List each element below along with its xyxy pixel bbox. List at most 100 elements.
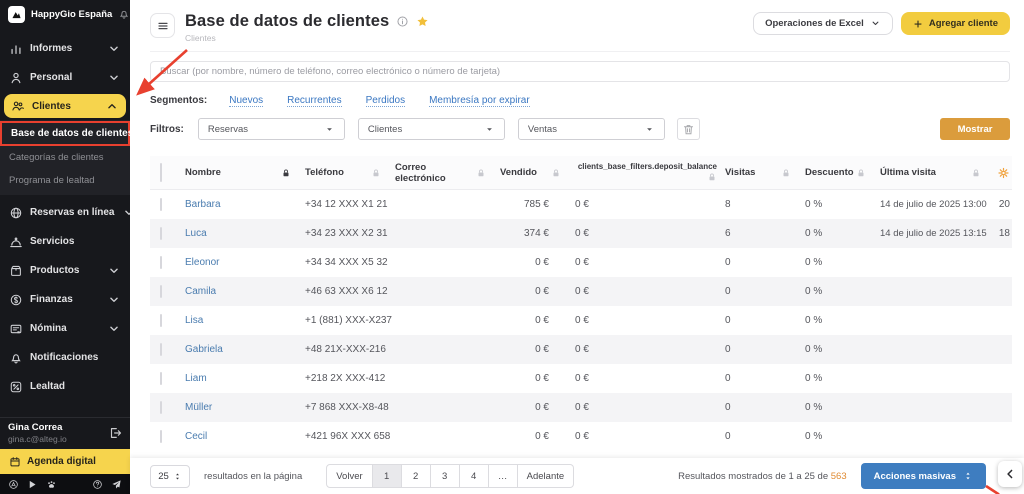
user-email: gina.c@alteg.io (8, 434, 108, 444)
agenda-digital-button[interactable]: Agenda digital (0, 449, 130, 474)
cell-name[interactable]: Eleonor (185, 257, 305, 268)
sidebar-item-label: Nómina (30, 323, 67, 334)
row-checkbox[interactable] (160, 256, 162, 269)
pager-page-4[interactable]: 4 (460, 464, 489, 488)
column-header-clients-base-filters-deposit-balance[interactable]: clients_base_filters.deposit_balance (575, 163, 725, 182)
sidebar-submenu: Base de datos de clientesCategorías de c… (0, 120, 130, 195)
column-label: Visitas (725, 167, 755, 178)
sidebar-item-lealtad[interactable]: Lealtad (0, 372, 130, 401)
sidebar-item-notificaciones[interactable]: Notificaciones (0, 343, 130, 372)
column-label: Teléfono (305, 167, 344, 178)
telegram-icon[interactable] (111, 479, 122, 490)
sidebar-item-productos[interactable]: Productos (0, 256, 130, 285)
page-size-select[interactable]: 25 (150, 465, 190, 488)
row-checkbox[interactable] (160, 198, 162, 211)
filter-select-ventas[interactable]: Ventas (518, 118, 665, 140)
sidebar-item-reservas-en-linea[interactable]: Reservas en línea (0, 198, 130, 227)
sidebar-subitem-categorias-de-clientes[interactable]: Categorías de clientes (0, 146, 130, 169)
filter-select-clientes[interactable]: Clientes (358, 118, 505, 140)
cell-name[interactable]: Camila (185, 286, 305, 297)
segment-link-nuevos[interactable]: Nuevos (229, 95, 263, 107)
table-row: Gabriela+48 21X-XXX-2160 €0 €00 % (150, 335, 1012, 364)
clear-filters-button[interactable] (677, 118, 700, 140)
pager-page-2[interactable]: 2 (402, 464, 431, 488)
select-all-checkbox[interactable] (160, 163, 162, 182)
search-input[interactable] (150, 61, 1010, 82)
cell-name[interactable]: Luca (185, 228, 305, 239)
pager-page-3[interactable]: 3 (431, 464, 460, 488)
googleplay-icon[interactable] (27, 479, 38, 490)
sidebar-item-label: Finanzas (30, 294, 73, 305)
row-checkbox[interactable] (160, 430, 162, 443)
info-icon[interactable] (396, 15, 409, 28)
column-header-nombre[interactable]: Nombre (185, 167, 305, 178)
table-row: Eleonor+34 34 XXX X5 320 €0 €00 % (150, 248, 1012, 277)
sidebar-subitem-base-de-datos-de-clientes[interactable]: Base de datos de clientes (0, 121, 130, 146)
cell-name[interactable]: Liam (185, 373, 305, 384)
cell-name[interactable]: Gabriela (185, 344, 305, 355)
cell-discount: 0 % (805, 315, 880, 326)
row-checkbox[interactable] (160, 227, 162, 240)
cell-phone: +421 96X XXX 658 (305, 431, 395, 442)
column-label: Descuento (805, 167, 854, 178)
add-client-button[interactable]: Agregar cliente (901, 12, 1010, 35)
column-header-ultima-visita[interactable]: Última visita (880, 167, 995, 178)
segment-link-recurrentes[interactable]: Recurrentes (287, 95, 341, 107)
pager-page-[interactable]: … (489, 464, 518, 488)
row-checkbox[interactable] (160, 401, 162, 414)
table-row: Cecil+421 96X XXX 6580 €0 €00 % (150, 422, 1012, 451)
appgallery-icon[interactable] (46, 479, 57, 490)
lock-icon (781, 168, 791, 178)
cell-deposit: 0 € (575, 199, 725, 210)
sidebar-item-label: Reservas en línea (30, 207, 115, 218)
pager-next-button[interactable]: Adelante (518, 464, 575, 488)
excel-operations-button[interactable]: Operaciones de Excel (753, 12, 893, 35)
table-row: Liam+218 2X XXX-4120 €0 €00 % (150, 364, 1012, 393)
segment-link-membresia-por-expirar[interactable]: Membresía por expirar (429, 95, 530, 107)
sidebar-item-personal[interactable]: Personal (0, 63, 130, 92)
column-header-correo-electronico[interactable]: Correo electrónico (395, 162, 500, 184)
logout-icon[interactable] (108, 426, 122, 440)
column-header-vendido[interactable]: Vendido (500, 167, 575, 178)
column-header-telefono[interactable]: Teléfono (305, 167, 395, 178)
filter-select-reservas[interactable]: Reservas (198, 118, 345, 140)
page-size-label: resultados en la página (204, 471, 302, 482)
sidebar-item-finanzas[interactable]: Finanzas (0, 285, 130, 314)
segment-link-perdidos[interactable]: Perdidos (366, 95, 405, 107)
cell-name[interactable]: Lisa (185, 315, 305, 326)
cell-name[interactable]: Cecil (185, 431, 305, 442)
bulk-actions-button[interactable]: Acciones masivas (861, 463, 986, 489)
cell-sold: 374 € (500, 228, 575, 239)
sidebar-item-informes[interactable]: Informes (0, 34, 130, 63)
lock-icon (971, 168, 981, 178)
breadcrumb: Clientes (185, 33, 429, 43)
cell-discount: 0 % (805, 286, 880, 297)
table-settings-gear-icon[interactable] (997, 166, 1010, 179)
favorite-star-icon[interactable] (416, 15, 429, 28)
cell-phone: +34 34 XXX X5 32 (305, 257, 395, 268)
pager-page-1[interactable]: 1 (373, 464, 402, 488)
hamburger-menu-button[interactable] (150, 13, 175, 38)
sidebar-item-clientes[interactable]: Clientes (4, 94, 126, 118)
cell-name[interactable]: Barbara (185, 199, 305, 210)
sidebar-item-nomina[interactable]: Nómina (0, 314, 130, 343)
row-checkbox[interactable] (160, 314, 162, 327)
show-button[interactable]: Mostrar (940, 118, 1010, 140)
row-checkbox[interactable] (160, 372, 162, 385)
cell-deposit: 0 € (575, 228, 725, 239)
column-header-visitas[interactable]: Visitas (725, 167, 805, 178)
column-header-descuento[interactable]: Descuento (805, 167, 880, 178)
cell-name[interactable]: Müller (185, 402, 305, 413)
row-checkbox[interactable] (160, 285, 162, 298)
help-icon[interactable] (92, 479, 103, 490)
sidebar-subitem-programa-de-lealtad[interactable]: Programa de lealtad (0, 169, 130, 192)
results-summary: Resultados mostrados de 1 a 25 de 563 (678, 471, 846, 482)
collapse-panel-button[interactable] (998, 461, 1022, 487)
pager-prev-button[interactable]: Volver (326, 464, 372, 488)
sidebar-item-servicios[interactable]: Servicios (0, 227, 130, 256)
row-checkbox[interactable] (160, 343, 162, 356)
appstore-icon[interactable] (8, 479, 19, 490)
cell-sold: 785 € (500, 199, 575, 210)
notifications-bell-icon[interactable] (118, 8, 130, 20)
table-row: Camila+46 63 XXX X6 120 €0 €00 % (150, 277, 1012, 306)
